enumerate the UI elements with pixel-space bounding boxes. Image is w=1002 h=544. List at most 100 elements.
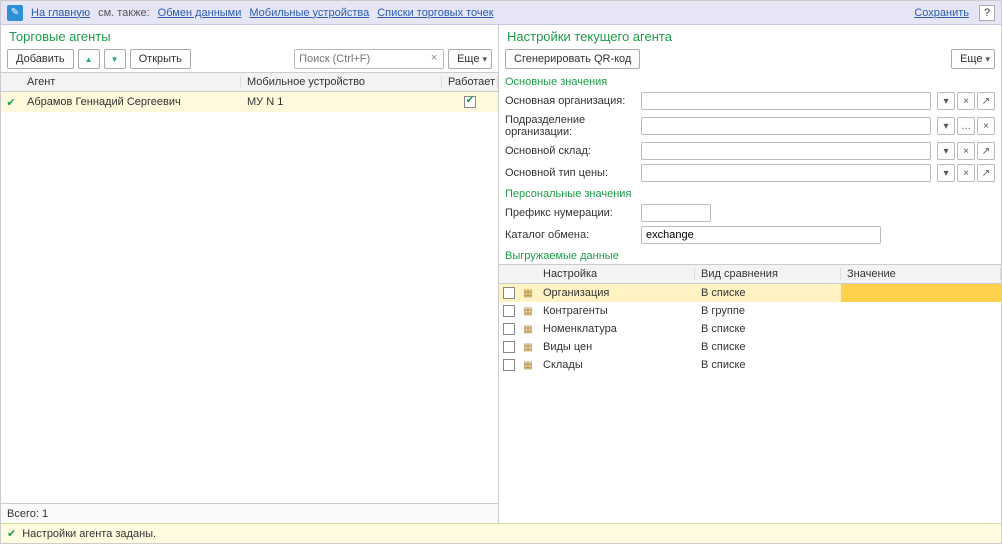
col-works[interactable]: Работает <box>442 76 498 88</box>
upload-grid[interactable]: ОрганизацияВ спискеКонтрагентыВ группеНо… <box>499 284 1001 523</box>
col-device[interactable]: Мобильное устройство <box>241 76 442 88</box>
table-row[interactable]: ОрганизацияВ списке <box>499 284 1001 302</box>
statusbar: Настройки агента заданы. <box>1 523 1001 543</box>
setting-name: Контрагенты <box>537 305 695 317</box>
input-org[interactable] <box>642 93 930 109</box>
row-checkbox[interactable] <box>503 359 515 371</box>
setting-compare: В списке <box>695 341 841 353</box>
org-select-button[interactable]: ▾ <box>937 92 955 110</box>
row-checkbox[interactable] <box>503 305 515 317</box>
link-mobile[interactable]: Мобильные устройства <box>249 7 369 19</box>
move-up-button[interactable] <box>78 49 100 69</box>
topbar: ✎ На главную см. также: Обмен данными Мо… <box>1 1 1001 25</box>
link-pos[interactable]: Списки торговых точек <box>377 7 493 19</box>
input-dept[interactable] <box>642 118 930 134</box>
row-checkbox[interactable] <box>503 341 515 353</box>
price-clear-button[interactable]: × <box>957 164 975 182</box>
price-select-button[interactable]: ▾ <box>937 164 955 182</box>
setting-compare: В списке <box>695 359 841 371</box>
label-dept: Подразделение организации: <box>505 114 637 138</box>
check-icon <box>6 96 15 109</box>
filter-icon <box>523 287 532 299</box>
dept-select-button[interactable]: ▾ <box>937 117 955 135</box>
filter-icon <box>523 323 532 335</box>
link-exchange[interactable]: Обмен данными <box>158 7 242 19</box>
agents-grid-header: Агент Мобильное устройство Работает <box>1 72 498 92</box>
clear-search-icon[interactable]: × <box>427 51 441 65</box>
col-compare[interactable]: Вид сравнения <box>695 268 841 280</box>
table-row[interactable]: НоменклатураВ списке <box>499 320 1001 338</box>
setting-name: Виды цен <box>537 341 695 353</box>
agents-footer: Всего: 1 <box>1 503 498 523</box>
price-open-button[interactable]: ↗ <box>977 164 995 182</box>
setting-compare: В группе <box>695 305 841 317</box>
dept-dots-button[interactable]: … <box>957 117 975 135</box>
section-personal: Персональные значения <box>499 184 1001 202</box>
settings-panel: Настройки текущего агента Сгенерировать … <box>499 25 1001 523</box>
row-checkbox[interactable] <box>503 323 515 335</box>
col-setting[interactable]: Настройка <box>537 268 695 280</box>
wh-select-button[interactable]: ▾ <box>937 142 955 160</box>
agent-name: Абрамов Геннадий Сергеевич <box>21 96 241 108</box>
table-row[interactable]: Виды ценВ списке <box>499 338 1001 356</box>
table-row[interactable]: Абрамов Геннадий СергеевичМУ N 1 <box>1 92 498 112</box>
settings-toolbar: Сгенерировать QR-код Еще <box>499 46 1001 72</box>
setting-name: Организация <box>537 287 695 299</box>
filter-icon <box>523 305 532 317</box>
settings-more-button[interactable]: Еще <box>951 49 995 69</box>
search-input[interactable] <box>294 49 444 69</box>
see-also-label: см. также: <box>98 7 150 19</box>
col-value[interactable]: Значение <box>841 268 1001 280</box>
filter-icon <box>523 359 532 371</box>
status-text: Настройки агента заданы. <box>22 528 156 540</box>
label-prefix: Префикс нумерации: <box>505 207 637 219</box>
label-catalog: Каталог обмена: <box>505 229 637 241</box>
input-prefix[interactable] <box>641 204 711 222</box>
open-button[interactable]: Открыть <box>130 49 191 69</box>
setting-name: Номенклатура <box>537 323 695 335</box>
arrow-down-icon <box>111 53 119 65</box>
agents-more-button[interactable]: Еще <box>448 49 492 69</box>
setting-name: Склады <box>537 359 695 371</box>
setting-value <box>841 284 1001 302</box>
table-row[interactable]: СкладыВ списке <box>499 356 1001 374</box>
label-price: Основной тип цены: <box>505 167 637 179</box>
agents-panel: Торговые агенты Добавить Открыть × Еще А… <box>1 25 499 523</box>
add-button[interactable]: Добавить <box>7 49 74 69</box>
label-wh: Основной склад: <box>505 145 637 157</box>
arrow-up-icon <box>85 53 93 65</box>
link-home[interactable]: На главную <box>31 7 90 19</box>
org-clear-button[interactable]: × <box>957 92 975 110</box>
input-price[interactable] <box>642 165 930 181</box>
section-main: Основные значения <box>499 72 1001 90</box>
app-icon: ✎ <box>7 5 23 21</box>
settings-title: Настройки текущего агента <box>499 25 1001 46</box>
section-upload: Выгружаемые данные <box>499 246 1001 264</box>
wh-clear-button[interactable]: × <box>957 142 975 160</box>
agents-toolbar: Добавить Открыть × Еще <box>1 46 498 72</box>
move-down-button[interactable] <box>104 49 126 69</box>
save-link[interactable]: Сохранить <box>914 7 969 19</box>
row-checkbox[interactable] <box>503 287 515 299</box>
col-agent[interactable]: Агент <box>21 76 241 88</box>
input-wh[interactable] <box>642 143 930 159</box>
status-ok-icon <box>7 527 22 540</box>
dept-clear-button[interactable]: × <box>977 117 995 135</box>
help-button[interactable]: ? <box>979 5 995 21</box>
works-checkbox[interactable] <box>464 96 476 108</box>
total-label: Всего: <box>7 508 39 520</box>
setting-compare: В списке <box>695 323 841 335</box>
upload-grid-header: Настройка Вид сравнения Значение <box>499 264 1001 284</box>
filter-icon <box>523 341 532 353</box>
agents-grid[interactable]: Абрамов Геннадий СергеевичМУ N 1 <box>1 92 498 503</box>
agent-device: МУ N 1 <box>241 96 442 108</box>
setting-compare: В списке <box>695 287 841 299</box>
total-value: 1 <box>42 508 48 520</box>
label-org: Основная организация: <box>505 95 637 107</box>
qr-button[interactable]: Сгенерировать QR-код <box>505 49 640 69</box>
table-row[interactable]: КонтрагентыВ группе <box>499 302 1001 320</box>
agents-title: Торговые агенты <box>1 25 498 46</box>
wh-open-button[interactable]: ↗ <box>977 142 995 160</box>
org-open-button[interactable]: ↗ <box>977 92 995 110</box>
input-catalog[interactable] <box>641 226 881 244</box>
